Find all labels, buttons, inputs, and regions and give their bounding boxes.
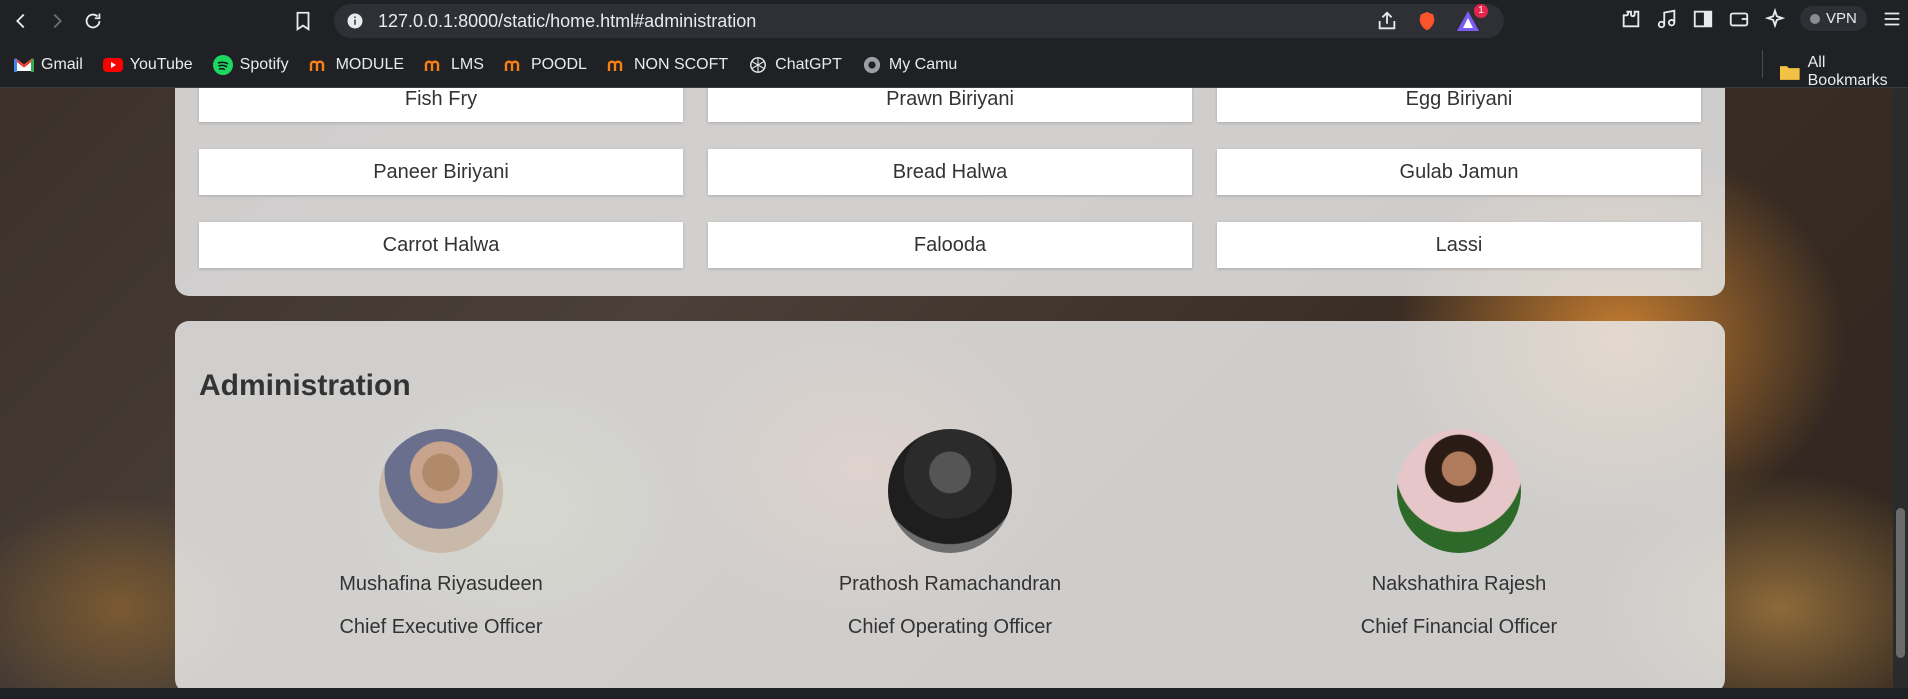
bookmark-gmail[interactable]: Gmail	[14, 56, 83, 74]
member-role: Chief Financial Officer	[1360, 616, 1558, 638]
member-name: Mushafina Riyasudeen	[339, 573, 543, 595]
menu-item[interactable]: Lassi	[1217, 222, 1701, 268]
menu-item[interactable]: Gulab Jamun	[1217, 149, 1701, 195]
back-button[interactable]	[6, 6, 36, 36]
scrollbar-thumb[interactable]	[1896, 508, 1905, 658]
bookmark-icon	[296, 11, 310, 31]
vpn-button[interactable]: VPN	[1800, 6, 1867, 31]
folder-icon	[1780, 66, 1800, 80]
forward-arrow-icon	[53, 13, 62, 29]
url-text[interactable]: 127.0.0.1:8000/static/home.html#administ…	[378, 11, 756, 32]
bookmark-label: Spotify	[239, 55, 289, 73]
admin-member-card: Nakshathira Rajesh Chief Financial Offic…	[1217, 429, 1701, 639]
menu-item[interactable]: Fish Fry	[199, 88, 683, 122]
extensions-icon[interactable]	[1620, 8, 1642, 30]
browser-toolbar: 127.0.0.1:8000/static/home.html#administ…	[0, 0, 1908, 42]
menu-item[interactable]: Carrot Halwa	[199, 222, 683, 268]
member-role: Chief Executive Officer	[339, 616, 543, 638]
bookmark-youtube[interactable]: YouTube	[102, 55, 193, 74]
all-bookmarks-button[interactable]: All Bookmarks	[1780, 54, 1908, 90]
avatar	[888, 429, 1012, 553]
moodle-icon	[504, 57, 524, 73]
globe-icon	[862, 56, 882, 73]
wallet-icon[interactable]	[1728, 8, 1750, 30]
section-title: Administration	[199, 369, 411, 402]
bookmark-page-button[interactable]	[292, 9, 314, 38]
page-viewport: Fish Fry Prawn Biriyani Egg Biriyani Pan…	[0, 88, 1908, 688]
menu-item[interactable]: Prawn Biriyani	[708, 88, 1192, 122]
bookmark-spotify[interactable]: Spotify	[212, 54, 289, 75]
all-bookmarks-label: All Bookmarks	[1807, 54, 1888, 89]
menu-item[interactable]: Falooda	[708, 222, 1192, 268]
brave-shields-icon[interactable]	[1416, 9, 1438, 33]
notification-badge: 1	[1474, 4, 1488, 18]
avatar	[1397, 429, 1521, 553]
vpn-status-icon	[1810, 13, 1820, 24]
moodle-icon	[424, 57, 444, 73]
spotify-icon	[212, 54, 233, 75]
share-icon[interactable]	[1376, 10, 1398, 32]
address-bar[interactable]: 127.0.0.1:8000/static/home.html#administ…	[334, 4, 1504, 38]
brave-rewards-button[interactable]: 1	[1456, 4, 1488, 32]
media-icon[interactable]	[1656, 8, 1678, 30]
bookmark-label: MODULE	[335, 55, 405, 73]
moodle-icon	[607, 57, 627, 73]
avatar	[379, 429, 503, 553]
leo-ai-icon[interactable]	[1764, 7, 1786, 30]
vpn-label: VPN	[1826, 10, 1857, 27]
menu-icon[interactable]	[1881, 8, 1903, 30]
bookmark-chatgpt[interactable]: ChatGPT	[748, 56, 842, 74]
bookmarks-separator	[1762, 50, 1763, 78]
bookmark-label: ChatGPT	[775, 55, 842, 73]
bookmark-label: LMS	[451, 55, 484, 73]
bookmark-poodl[interactable]: POODL	[504, 56, 587, 74]
forward-button[interactable]	[42, 6, 72, 36]
bookmark-label: YouTube	[129, 55, 193, 73]
page-scrollbar[interactable]	[1893, 88, 1908, 688]
bookmarks-bar: Gmail YouTube Spotify MODULE LMS POODL N…	[0, 42, 1908, 90]
admin-member-card: Mushafina Riyasudeen Chief Executive Off…	[199, 429, 683, 639]
menu-item[interactable]: Egg Biriyani	[1217, 88, 1701, 122]
administration-section: Administration Mushafina Riyasudeen Chie…	[175, 321, 1725, 688]
bookmark-label: NON SCOFT	[633, 55, 729, 73]
admin-member-card: Prathosh Ramachandran Chief Operating Of…	[708, 429, 1192, 639]
bookmark-module[interactable]: MODULE	[309, 56, 404, 74]
moodle-icon	[309, 57, 329, 73]
menu-item[interactable]: Paneer Biriyani	[199, 149, 683, 195]
gmail-icon	[14, 57, 34, 73]
member-role: Chief Operating Officer	[847, 616, 1053, 638]
sidebar-icon[interactable]	[1692, 8, 1714, 30]
member-name: Prathosh Ramachandran	[838, 573, 1062, 595]
youtube-icon	[102, 57, 123, 73]
menu-section: Fish Fry Prawn Biriyani Egg Biriyani Pan…	[175, 88, 1725, 296]
site-info-icon[interactable]	[346, 12, 364, 30]
chatgpt-icon	[748, 56, 768, 73]
bookmark-label: Gmail	[41, 55, 83, 73]
member-name: Nakshathira Rajesh	[1371, 573, 1547, 595]
back-arrow-icon	[16, 13, 25, 29]
bookmark-lms[interactable]: LMS	[424, 56, 484, 74]
toolbar-icons: VPN	[1620, 6, 1903, 31]
reload-icon	[85, 13, 101, 29]
bookmark-non-scoft[interactable]: NON SCOFT	[607, 56, 728, 74]
reload-button[interactable]	[78, 6, 108, 36]
bookmark-my-camu[interactable]: My Camu	[862, 56, 957, 74]
bookmark-label: POODL	[530, 55, 587, 73]
menu-item[interactable]: Bread Halwa	[708, 149, 1192, 195]
bookmark-label: My Camu	[888, 55, 958, 73]
